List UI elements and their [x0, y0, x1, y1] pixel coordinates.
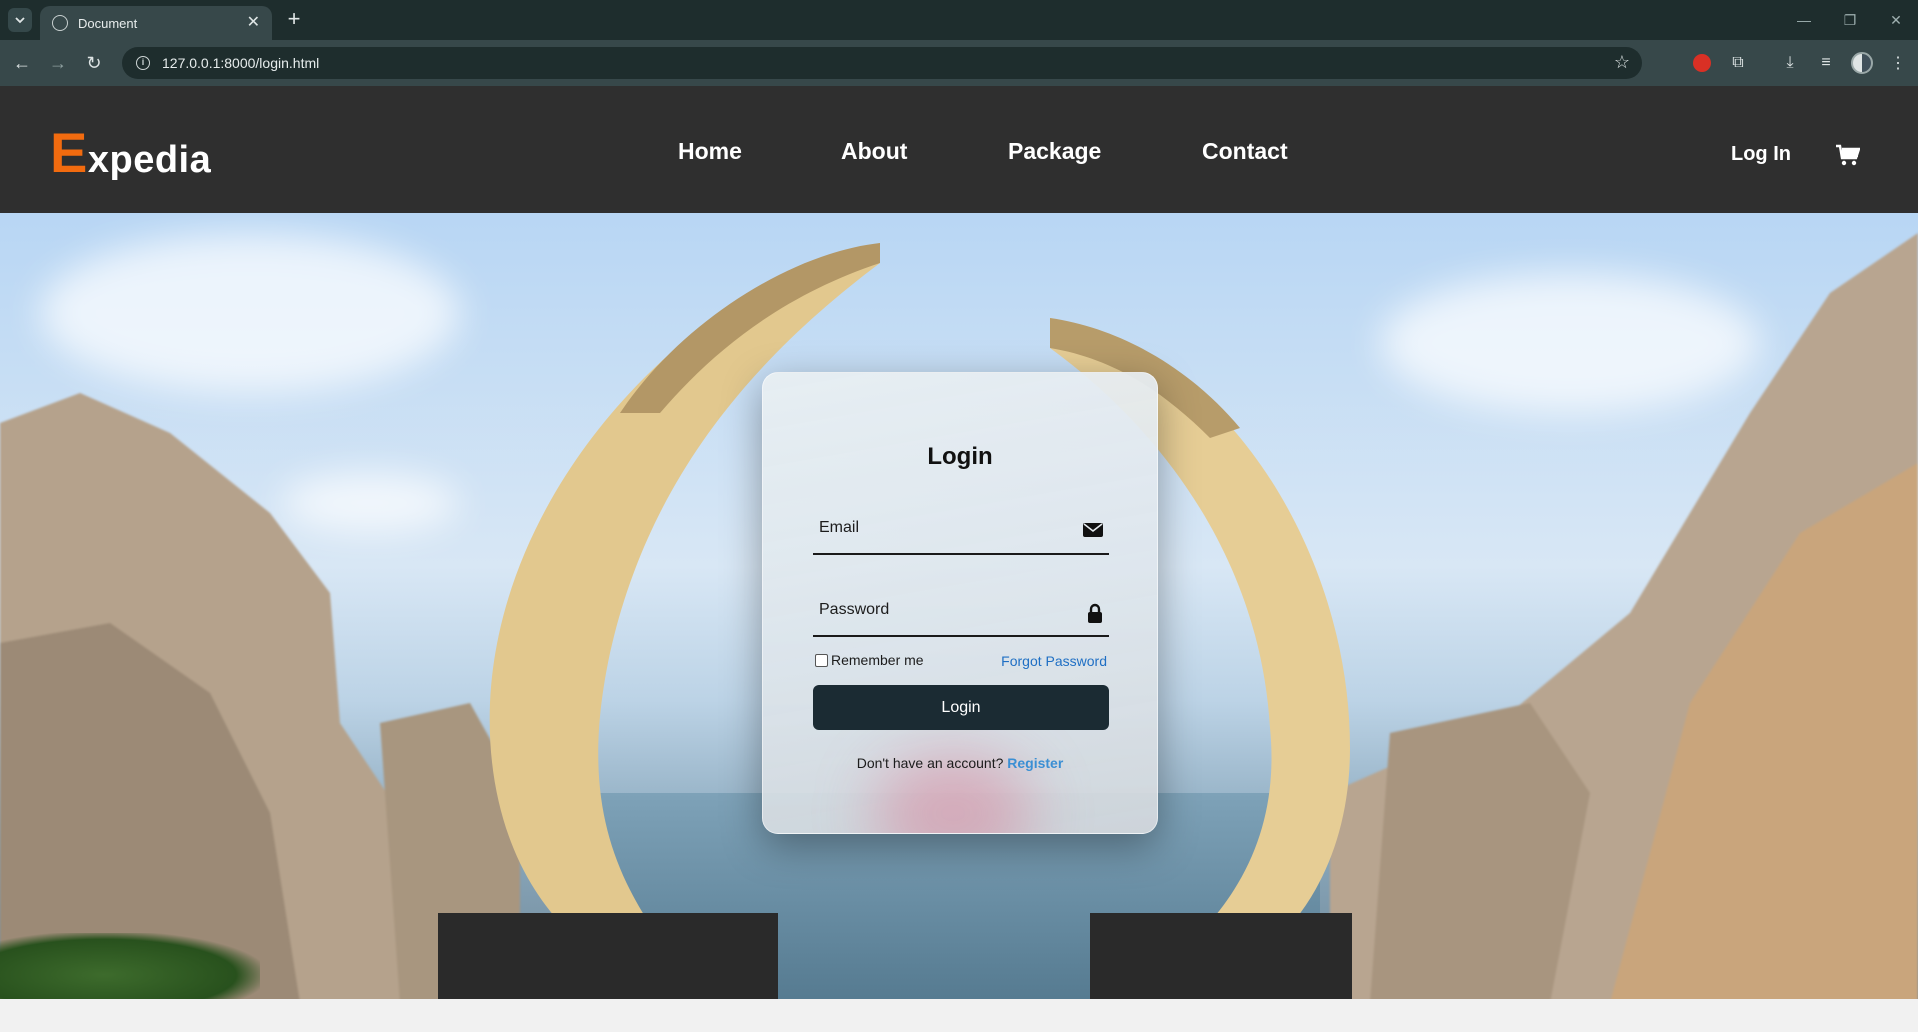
left-plinth	[438, 913, 778, 999]
extensions-puzzle-icon[interactable]: ⧉	[1726, 51, 1750, 75]
remember-checkbox[interactable]	[815, 653, 828, 667]
browser-toolbar: ← → ↻ i 127.0.0.1:8000/login.html ☆ ⧉ ⤓ …	[0, 40, 1918, 86]
cloud	[40, 233, 460, 393]
tab-search-button[interactable]	[8, 8, 32, 32]
site-header: Expedia Home About Package Contact Log I…	[0, 86, 1918, 213]
lock-icon	[1088, 603, 1102, 623]
email-placeholder: Email	[819, 519, 860, 536]
minimize-icon[interactable]: —	[1784, 8, 1824, 32]
bushes	[0, 933, 260, 999]
password-field[interactable]: Password	[813, 587, 1109, 637]
tab-title: Document	[78, 15, 138, 31]
globe-icon	[52, 15, 68, 31]
bookmark-star-icon[interactable]: ☆	[1614, 52, 1630, 73]
left-rocks	[0, 393, 520, 999]
email-field[interactable]: Email	[813, 505, 1109, 555]
nav-about[interactable]: About	[841, 138, 907, 165]
nav-home[interactable]: Home	[678, 138, 742, 165]
url-text[interactable]: 127.0.0.1:8000/login.html	[162, 55, 319, 71]
browser-tab-strip: Document ✕ + — ❐ ✕	[0, 0, 1918, 40]
right-rocks	[1330, 233, 1918, 999]
chevron-down-icon	[15, 17, 25, 24]
logo-initial: E	[50, 121, 88, 184]
profile-avatar[interactable]	[1850, 51, 1874, 75]
login-button[interactable]: Login	[813, 685, 1109, 730]
site-info-icon[interactable]: i	[136, 56, 150, 70]
close-window-icon[interactable]: ✕	[1876, 8, 1916, 32]
login-link[interactable]: Log In	[1731, 143, 1791, 166]
close-tab-icon[interactable]: ✕	[247, 15, 260, 31]
register-link[interactable]: Register	[1007, 755, 1063, 771]
right-plinth	[1090, 913, 1352, 999]
browser-tab[interactable]: Document ✕	[40, 6, 272, 40]
login-title: Login	[927, 443, 993, 470]
envelope-icon	[1083, 523, 1103, 537]
nav-package[interactable]: Package	[1008, 138, 1101, 165]
logo-text: xpedia	[87, 139, 212, 181]
forgot-password-link[interactable]: Forgot Password	[1001, 653, 1107, 669]
register-prompt: Don't have an account?	[856, 755, 1004, 771]
nav-contact[interactable]: Contact	[1202, 138, 1288, 165]
remember-label: Remember me	[831, 652, 924, 668]
logo[interactable]: Expedia	[50, 120, 211, 185]
kebab-menu-icon[interactable]: ⋮	[1886, 51, 1910, 75]
password-placeholder: Password	[819, 601, 890, 618]
shopping-cart-icon[interactable]	[1836, 144, 1860, 166]
download-icon[interactable]: ⤓	[1778, 51, 1802, 75]
forward-arrow-icon[interactable]: →	[46, 51, 70, 75]
reload-icon[interactable]: ↻	[82, 51, 106, 75]
login-card: Login Email Password Remember me Forgot …	[762, 372, 1158, 834]
media-queue-icon[interactable]: ≡	[1814, 51, 1838, 75]
register-row: Don't have an account? Register	[763, 755, 1157, 771]
restore-icon[interactable]: ❐	[1830, 8, 1870, 32]
remember-me[interactable]: Remember me	[815, 652, 924, 668]
back-arrow-icon[interactable]: ←	[10, 51, 34, 75]
extension-red-icon[interactable]	[1690, 51, 1714, 75]
new-tab-button[interactable]: +	[282, 8, 306, 32]
address-bar[interactable]: i 127.0.0.1:8000/login.html ☆	[122, 47, 1642, 79]
